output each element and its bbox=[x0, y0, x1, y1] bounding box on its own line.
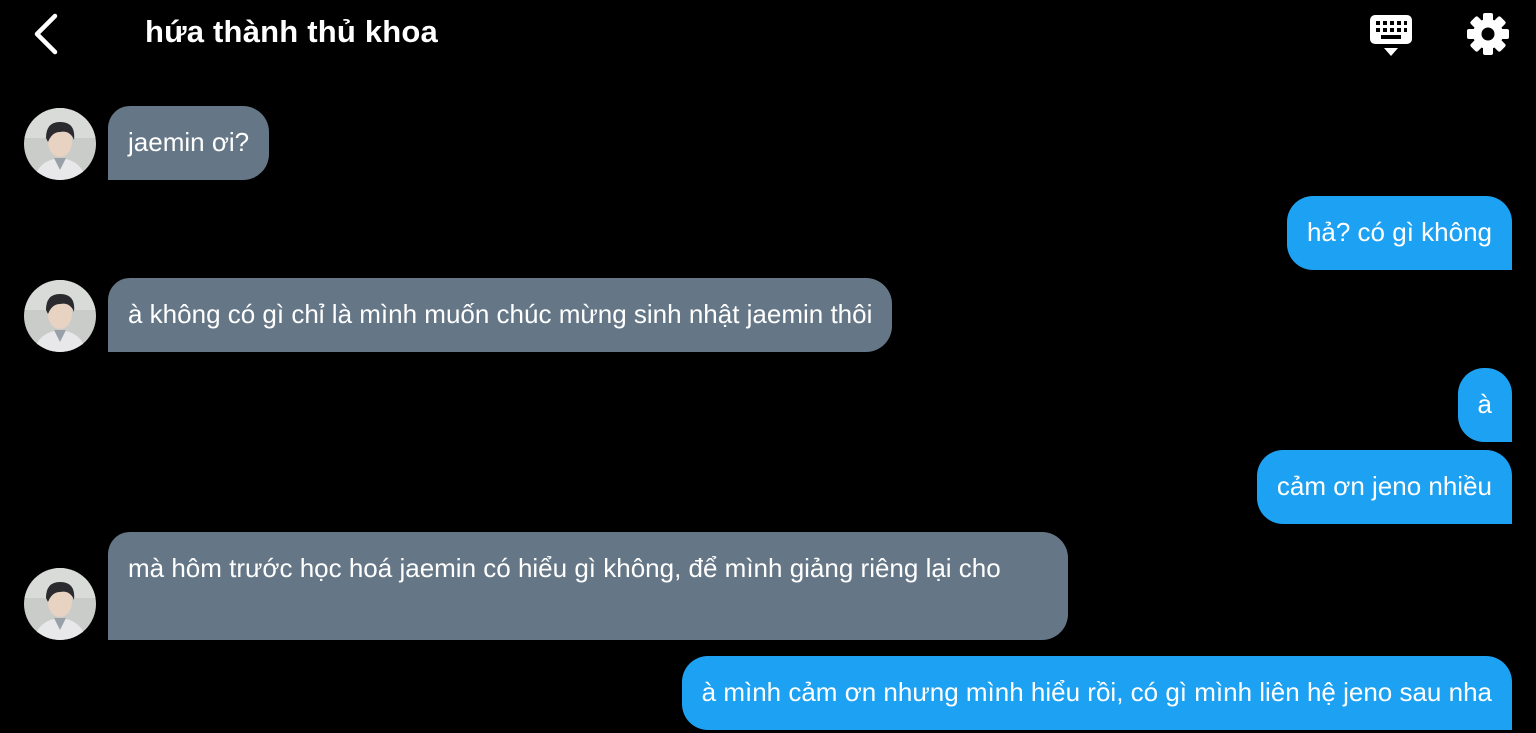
outgoing-message: à bbox=[1457, 368, 1512, 442]
avatar[interactable] bbox=[24, 568, 96, 640]
avatar-photo bbox=[24, 108, 96, 180]
incoming-message: jaemin ơi? bbox=[108, 106, 270, 180]
keyboard-icon bbox=[1370, 15, 1412, 56]
keyboard-button[interactable] bbox=[1368, 12, 1414, 58]
incoming-message: mà hôm trước học hoá jaemin có hiểu gì k… bbox=[108, 532, 1068, 640]
gear-icon bbox=[1467, 13, 1509, 55]
chat-screen: hứa thành thủ khoa jaemin ơi? hả? có gì … bbox=[0, 0, 1536, 733]
avatar-photo bbox=[24, 568, 96, 640]
chevron-left-icon bbox=[34, 13, 58, 55]
back-button[interactable] bbox=[26, 12, 66, 56]
avatar[interactable] bbox=[24, 280, 96, 352]
avatar[interactable] bbox=[24, 108, 96, 180]
outgoing-message: cảm ơn jeno nhiều bbox=[1256, 450, 1512, 524]
chat-header: hứa thành thủ khoa bbox=[0, 0, 1536, 70]
incoming-message: à không có gì chỉ là mình muốn chúc mừng… bbox=[108, 278, 893, 352]
chat-title: hứa thành thủ khoa bbox=[145, 14, 438, 49]
outgoing-message: hả? có gì không bbox=[1286, 196, 1512, 270]
settings-button[interactable] bbox=[1464, 10, 1512, 58]
avatar-photo bbox=[24, 280, 96, 352]
outgoing-message: à mình cảm ơn nhưng mình hiểu rồi, có gì… bbox=[681, 656, 1512, 730]
